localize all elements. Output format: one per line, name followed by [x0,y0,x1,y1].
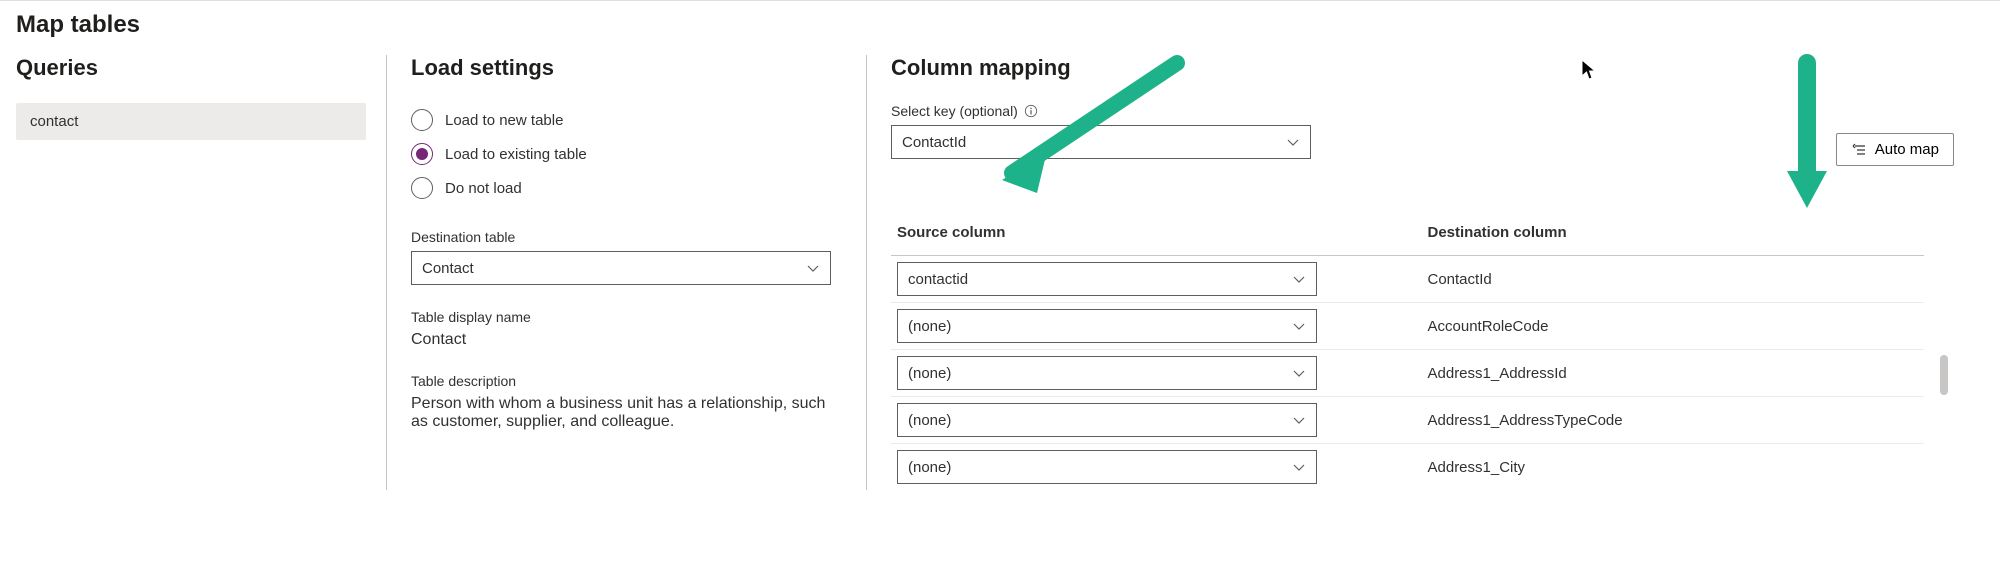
radio-icon [411,177,433,199]
column-mapping-panel: Column mapping Select key (optional) Con… [866,55,1984,490]
display-name-value: Contact [411,331,836,349]
radio-label: Load to new table [445,112,563,129]
chevron-down-icon [1286,135,1300,149]
description-label: Table description [411,373,836,389]
display-name-label: Table display name [411,309,836,325]
load-settings-title: Load settings [411,55,836,81]
chevron-down-icon [1292,366,1306,380]
table-row: (none) Address1_AddressId [891,350,1924,397]
radio-icon [411,109,433,131]
source-column-dropdown[interactable]: (none) [897,450,1317,484]
destination-column-value: Address1_AddressId [1428,365,1919,382]
auto-map-label: Auto map [1875,141,1939,158]
load-radio-group: Load to new table Load to existing table… [411,103,836,205]
info-icon [1024,104,1038,118]
source-column-dropdown[interactable]: contactid [897,262,1317,296]
select-key-dropdown[interactable]: ContactId [891,125,1311,159]
source-column-dropdown[interactable]: (none) [897,403,1317,437]
dropdown-value: (none) [908,459,951,476]
dropdown-value: contactid [908,271,968,288]
destination-column-value: Address1_AddressTypeCode [1428,412,1919,429]
select-key-label: Select key (optional) [891,103,1038,119]
dropdown-value: (none) [908,365,951,382]
col-source-header: Source column [897,224,1388,241]
destination-column-value: AccountRoleCode [1428,318,1919,335]
queries-panel: Queries contact [16,55,386,490]
destination-column-value: ContactId [1428,271,1919,288]
chevron-down-icon [1292,319,1306,333]
chevron-down-icon [1292,413,1306,427]
chevron-down-icon [1292,272,1306,286]
radio-load-existing[interactable]: Load to existing table [411,137,836,171]
table-row: (none) Address1_City [891,444,1924,490]
table-row: contactid ContactId [891,256,1924,303]
radio-label: Do not load [445,180,522,197]
radio-label: Load to existing table [445,146,587,163]
table-header-row: Source column Destination column [891,216,1924,256]
destination-table-label: Destination table [411,229,836,245]
source-column-dropdown[interactable]: (none) [897,309,1317,343]
scrollbar-thumb[interactable] [1940,355,1948,395]
radio-icon [411,143,433,165]
col-destination-header: Destination column [1428,224,1919,241]
dropdown-value: ContactId [902,134,966,151]
dropdown-value: (none) [908,318,951,335]
description-value: Person with whom a business unit has a r… [411,395,836,431]
auto-map-button[interactable]: Auto map [1836,133,1954,166]
source-column-dropdown[interactable]: (none) [897,356,1317,390]
destination-column-value: Address1_City [1428,459,1919,476]
radio-do-not-load[interactable]: Do not load [411,171,836,205]
dropdown-value: Contact [422,260,474,277]
radio-load-new[interactable]: Load to new table [411,103,836,137]
automap-icon [1851,142,1867,158]
mapping-table: Source column Destination column contact… [891,216,1924,490]
column-mapping-title: Column mapping [891,55,1311,81]
chevron-down-icon [806,261,820,275]
chevron-down-icon [1292,460,1306,474]
table-row: (none) AccountRoleCode [891,303,1924,350]
query-item[interactable]: contact [16,103,366,140]
page-title: Map tables [16,11,1984,39]
queries-title: Queries [16,55,366,81]
table-row: (none) Address1_AddressTypeCode [891,397,1924,444]
load-settings-panel: Load settings Load to new table Load to … [386,55,866,490]
dropdown-value: (none) [908,412,951,429]
destination-table-dropdown[interactable]: Contact [411,251,831,285]
